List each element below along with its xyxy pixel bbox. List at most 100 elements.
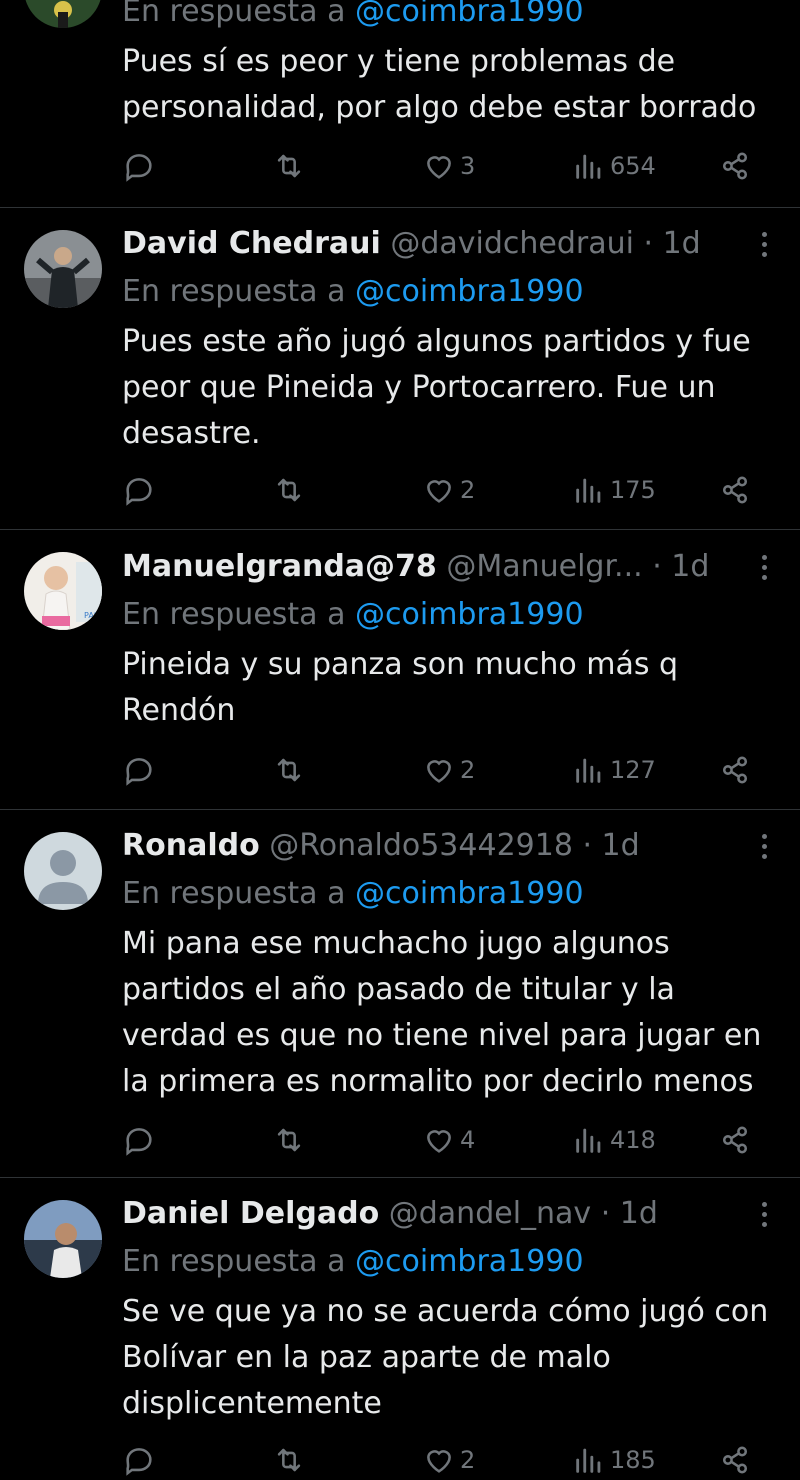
svg-text:PAS: PAS [84, 611, 99, 620]
user-handle[interactable]: @Ronaldo53442918 [269, 828, 573, 863]
separator-dot: · [633, 226, 663, 261]
views-button[interactable]: 127 [572, 750, 656, 790]
like-button[interactable]: 3 [422, 146, 475, 186]
reply-icon [126, 758, 152, 786]
reply-button[interactable] [122, 1120, 156, 1160]
like-icon [427, 760, 451, 783]
reply-button[interactable] [122, 470, 156, 510]
tweet-text: Pineida y su panza son mucho más q Rendó… [122, 647, 679, 728]
display-name[interactable]: Manuelgranda@78 [122, 549, 437, 584]
more-icon[interactable] [756, 1194, 772, 1234]
reply-to-label: En respuesta a [122, 1244, 356, 1279]
timestamp[interactable]: 1d [620, 1196, 658, 1231]
views-icon [576, 1448, 601, 1473]
action-bar: 2 175 [122, 470, 762, 510]
tweet-1[interactable]: David Chedraui @davidchedraui · 1d En re… [0, 208, 800, 530]
reply-mention-link[interactable]: @coimbra1990 [355, 274, 584, 309]
more-icon[interactable] [756, 547, 772, 587]
like-icon [427, 1130, 451, 1153]
views-button[interactable]: 185 [572, 1440, 656, 1480]
avatar[interactable] [24, 0, 102, 28]
more-icon[interactable] [756, 826, 772, 866]
share-icon [722, 476, 748, 504]
timestamp[interactable]: 1d [663, 226, 701, 261]
share-icon [722, 1446, 748, 1474]
tweet-0[interactable]: En respuesta a @coimbra1990 Pues sí es p… [0, 0, 800, 208]
separator-dot: · [572, 828, 602, 863]
reply-to-line: En respuesta a @coimbra1990 [122, 1242, 584, 1282]
retweet-button[interactable] [272, 1440, 306, 1480]
avatar[interactable]: PAS [24, 552, 102, 630]
retweet-button[interactable] [272, 750, 306, 790]
tweet-4[interactable]: Daniel Delgado @dandel_nav · 1d En respu… [0, 1178, 800, 1480]
like-count: 2 [460, 476, 476, 504]
view-count: 418 [610, 1126, 656, 1154]
like-count: 2 [460, 1446, 476, 1474]
share-button[interactable] [718, 750, 752, 790]
reply-mention-link[interactable]: @coimbra1990 [355, 1244, 584, 1279]
reply-button[interactable] [122, 146, 156, 186]
views-icon [576, 758, 601, 783]
reply-icon [126, 154, 152, 182]
action-bar: 2 185 [122, 1440, 762, 1480]
separator-dot: · [591, 1196, 620, 1231]
views-icon [576, 478, 601, 503]
tweet-header: David Chedraui @davidchedraui · 1d [122, 224, 780, 264]
more-icon[interactable] [756, 224, 772, 264]
share-button[interactable] [718, 146, 752, 186]
reply-to-line: En respuesta a @coimbra1990 [122, 272, 584, 312]
reply-icon [126, 478, 152, 506]
timestamp[interactable]: 1d [602, 828, 640, 863]
views-button[interactable]: 654 [572, 146, 656, 186]
like-count: 2 [460, 756, 476, 784]
like-button[interactable]: 2 [422, 750, 475, 790]
retweet-button[interactable] [272, 146, 306, 186]
reply-mention-link[interactable]: @coimbra1990 [355, 597, 584, 632]
display-name[interactable]: Ronaldo [122, 828, 260, 863]
views-button[interactable]: 175 [572, 470, 656, 510]
share-button[interactable] [718, 1440, 752, 1480]
avatar[interactable] [24, 230, 102, 308]
tweet-text: Se ve que ya no se acuerda cómo jugó con… [122, 1294, 769, 1421]
timestamp[interactable]: 1d [671, 549, 709, 584]
view-count: 654 [610, 152, 656, 180]
reply-button[interactable] [122, 1440, 156, 1480]
like-icon [427, 156, 451, 179]
retweet-icon [277, 1448, 301, 1472]
view-count: 127 [610, 756, 656, 784]
action-bar: 3 654 [122, 146, 762, 186]
reply-to-line: En respuesta a @coimbra1990 [122, 874, 584, 914]
share-button[interactable] [718, 470, 752, 510]
reply-mention-link[interactable]: @coimbra1990 [355, 876, 584, 911]
reply-mention-link[interactable]: @coimbra1990 [355, 0, 584, 29]
avatar[interactable] [24, 832, 102, 910]
tweet-text: Pues este año jugó algunos partidos y fu… [122, 324, 751, 451]
like-button[interactable]: 4 [422, 1120, 475, 1160]
retweet-button[interactable] [272, 470, 306, 510]
user-handle[interactable]: @davidchedraui [390, 226, 634, 261]
like-count: 3 [460, 152, 476, 180]
retweet-button[interactable] [272, 1120, 306, 1160]
views-button[interactable]: 418 [572, 1120, 656, 1160]
tweet-text: Mi pana ese muchacho jugo algunos partid… [122, 926, 762, 1099]
avatar[interactable] [24, 1200, 102, 1278]
share-button[interactable] [718, 1120, 752, 1160]
reply-to-line: En respuesta a @coimbra1990 [122, 0, 584, 32]
like-button[interactable]: 2 [422, 1440, 475, 1480]
tweet-2[interactable]: PAS Manuelgranda@78 @Manuelgr... · 1d En… [0, 530, 800, 810]
separator-dot: · [642, 549, 672, 584]
reply-icon [126, 1128, 152, 1156]
display-name[interactable]: David Chedraui [122, 226, 381, 261]
retweet-icon [277, 758, 301, 782]
like-count: 4 [460, 1126, 476, 1154]
user-handle[interactable]: @dandel_nav [389, 1196, 591, 1231]
views-icon [576, 1128, 601, 1153]
reply-button[interactable] [122, 750, 156, 790]
user-handle[interactable]: @Manuelgr... [446, 549, 642, 584]
share-icon [722, 152, 748, 180]
like-icon [427, 1450, 451, 1473]
like-button[interactable]: 2 [422, 470, 475, 510]
tweet-3[interactable]: Ronaldo @Ronaldo53442918 · 1d En respues… [0, 810, 800, 1178]
display-name[interactable]: Daniel Delgado [122, 1196, 379, 1231]
retweet-icon [277, 478, 301, 502]
